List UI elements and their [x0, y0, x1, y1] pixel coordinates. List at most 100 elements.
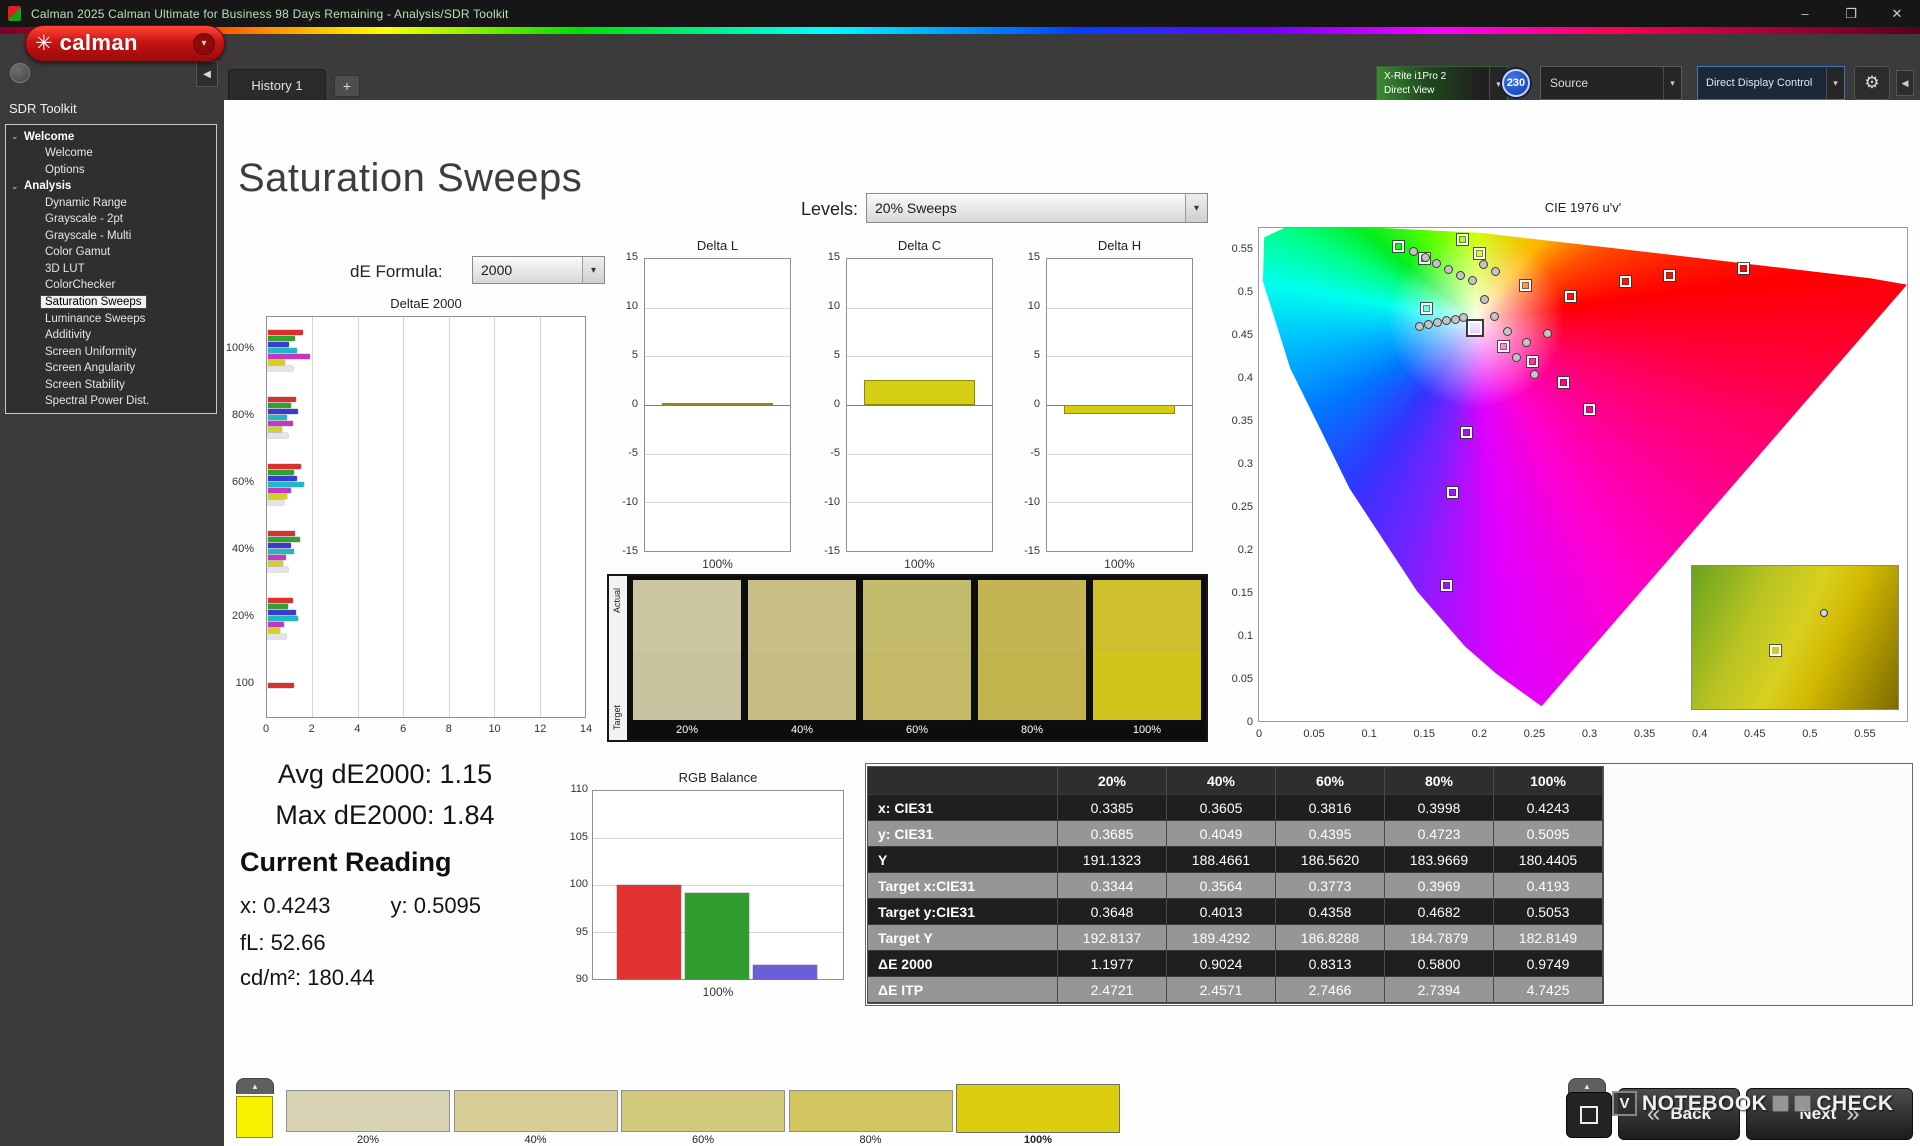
de-formula-select[interactable]: 2000 ▾: [472, 256, 605, 284]
cell-value: 0.4193: [1494, 873, 1603, 899]
minimize-button[interactable]: –: [1782, 0, 1828, 27]
chevron-down-icon[interactable]: ▾: [1663, 67, 1681, 99]
collapse-right-panel-button[interactable]: ◀: [1896, 70, 1914, 96]
close-button[interactable]: ✕: [1874, 0, 1920, 27]
patch-label: 40%: [524, 1134, 547, 1146]
x-tick-label: 0: [1255, 728, 1263, 740]
meter-line1: X-Rite i1Pro 2: [1384, 71, 1447, 82]
patch-window-toggle-left[interactable]: ▲: [236, 1078, 274, 1094]
bar: [268, 359, 285, 365]
bar: [268, 633, 287, 639]
sidebar-item-3d-lut[interactable]: 3D LUT: [6, 261, 216, 277]
patch-display-button[interactable]: [1566, 1092, 1612, 1138]
y-tick-label: 0.2: [1237, 543, 1253, 556]
cell-value: 189.4292: [1167, 925, 1276, 951]
sidebar-item-label: Screen Uniformity: [45, 345, 137, 358]
sidebar-item-color-gamut[interactable]: Color Gamut: [6, 244, 216, 260]
deltae2000-chart: [266, 316, 586, 718]
y-tick-label: 0: [833, 398, 840, 410]
sidebar-group-analysis[interactable]: ⌄ Analysis: [6, 178, 216, 194]
gear-icon[interactable]: ⚙: [1854, 66, 1890, 100]
source-dropdown[interactable]: Source ▾: [1540, 66, 1682, 100]
back-label: Back: [1670, 1104, 1711, 1123]
calman-logo-button[interactable]: ✳ calman ▾: [25, 25, 225, 62]
bar: [268, 432, 289, 438]
target-swatch: [748, 651, 856, 720]
delta-bar: [1064, 405, 1175, 414]
sidebar-item-label: Screen Angularity: [45, 362, 136, 375]
patch-button-100[interactable]: [956, 1084, 1120, 1133]
meter-dropdown[interactable]: X-Rite i1Pro 2 Direct View ▾: [1376, 66, 1508, 102]
sidebar-item-dynamic-range[interactable]: Dynamic Range: [6, 195, 216, 211]
sidebar-item-screen-stability[interactable]: Screen Stability: [6, 377, 216, 393]
sidebar-item-screen-uniformity[interactable]: Screen Uniformity: [6, 344, 216, 360]
gridline: [448, 317, 450, 717]
y-tick-label: 10: [1027, 300, 1040, 312]
current-patch-preview[interactable]: [236, 1096, 273, 1138]
column-header: [868, 767, 1058, 795]
add-tab-button[interactable]: +: [334, 75, 360, 97]
bar: [268, 402, 291, 408]
y-tick-label: -10: [622, 496, 638, 508]
display-control-dropdown[interactable]: Direct Display Control ▾: [1697, 66, 1845, 100]
patch-button-40[interactable]: [453, 1090, 618, 1132]
workflow-options-button[interactable]: [10, 63, 30, 83]
sidebar-item-welcome[interactable]: Welcome: [6, 145, 216, 161]
sidebar-item-screen-angularity[interactable]: Screen Angularity: [6, 360, 216, 376]
y-tick-label: 110: [570, 783, 588, 795]
sidebar-item-grayscale-multi[interactable]: Grayscale - Multi: [6, 228, 216, 244]
back-button[interactable]: « Back: [1618, 1088, 1740, 1140]
levels-select[interactable]: 20% Sweeps ▾: [866, 193, 1208, 223]
cell-value: 0.3605: [1167, 795, 1276, 821]
table-row: Target y:CIE31 0.3648 0.4013 0.4358 0.4682 0.…: [868, 899, 1603, 925]
de-formula-label: dE Formula:: [350, 262, 443, 281]
chevron-down-icon[interactable]: ▾: [582, 257, 604, 283]
target-marker: [1738, 262, 1750, 274]
column-header: 60%: [1276, 767, 1385, 795]
chevron-right-icon: »: [1846, 1100, 1860, 1127]
bar: [268, 487, 291, 493]
delta-h-title: Delta H: [1097, 238, 1142, 253]
current-fl: fL: 52.66: [240, 930, 326, 955]
sidebar-item-grayscale-2pt[interactable]: Grayscale - 2pt: [6, 211, 216, 227]
y-tick-label: 0: [1033, 398, 1040, 410]
cie-1976-chart: 0 0.05 0.1 0.15 0.2 0.25 0.3 0.35 0.4 0.45 0.5 0.55…: [1232, 227, 1908, 740]
cell-value: 188.4661: [1167, 847, 1276, 873]
sidebar-item-luminance-sweeps[interactable]: Luminance Sweeps: [6, 311, 216, 327]
bar: [268, 560, 283, 566]
row-label: x: CIE31: [868, 795, 1058, 821]
chevron-down-icon[interactable]: ▾: [1185, 194, 1207, 222]
bar-group: [268, 329, 584, 372]
sidebar-item-options[interactable]: Options: [6, 162, 216, 178]
collapse-sidebar-button[interactable]: ◀: [196, 61, 218, 87]
cell-value: 0.4723: [1385, 821, 1494, 847]
sidebar-group-welcome[interactable]: ⌄ Welcome: [6, 129, 216, 145]
deltae2000-chart-title: DeltaE 2000: [390, 296, 462, 311]
cell-value: 0.9749: [1494, 951, 1603, 977]
tab-history-1[interactable]: History 1: [228, 69, 326, 100]
sidebar-item-additivity[interactable]: Additivity: [6, 327, 216, 343]
current-reading-marker: [1467, 320, 1482, 335]
next-button[interactable]: Next »: [1746, 1088, 1913, 1140]
chevron-down-icon[interactable]: ▾: [1826, 67, 1844, 99]
chevron-down-icon: ⌄: [11, 131, 19, 142]
y-tick-label: 0.4: [1237, 371, 1253, 384]
patch-button-80[interactable]: [788, 1090, 953, 1132]
patch-button-20[interactable]: [286, 1090, 450, 1132]
maximize-button[interactable]: ❐: [1828, 0, 1874, 27]
sidebar-item-colorchecker[interactable]: ColorChecker: [6, 277, 216, 293]
sidebar-item-spectral-power-dist[interactable]: Spectral Power Dist.: [6, 393, 216, 409]
measurement-marker: [1529, 369, 1539, 379]
measurement-marker: [1512, 352, 1522, 362]
patch-button-60[interactable]: [621, 1090, 785, 1132]
y-tick-label: -15: [622, 545, 638, 557]
delta-plot: [846, 258, 993, 552]
chevron-down-icon[interactable]: ▾: [193, 32, 215, 55]
sidebar-item-saturation-sweeps[interactable]: Saturation Sweeps: [6, 294, 216, 310]
sidebar-item-label: ColorChecker: [45, 279, 116, 292]
y-tick-label: 100: [569, 878, 588, 890]
y-tick-label: 0.55: [1231, 242, 1253, 255]
measurement-marker: [1819, 608, 1828, 617]
cie-chart-title: CIE 1976 u'v': [1544, 200, 1622, 215]
bar-group: [268, 463, 584, 506]
